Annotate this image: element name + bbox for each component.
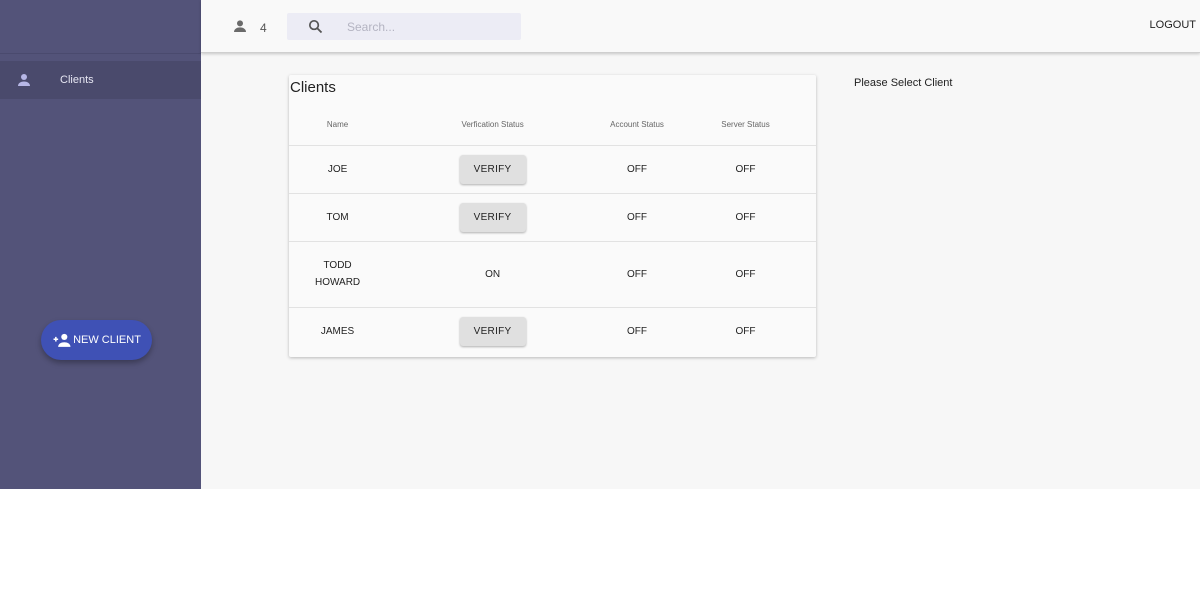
verification-cell: VERIFY bbox=[386, 307, 599, 355]
verify-button[interactable]: VERIFY bbox=[459, 316, 526, 346]
table-row[interactable]: JOE VERIFY OFF OFF bbox=[289, 145, 816, 194]
sidebar-item-label: Clients bbox=[60, 74, 94, 86]
logout-button[interactable]: LOGOUT bbox=[1150, 19, 1196, 31]
column-header-verification: Verfication Status bbox=[386, 104, 600, 146]
table-header-row: Name Verfication Status Account Status S… bbox=[289, 104, 816, 146]
column-header-account: Account Status bbox=[599, 104, 676, 146]
search-icon[interactable] bbox=[307, 18, 324, 35]
server-status: OFF bbox=[675, 145, 816, 194]
table-row[interactable]: JAMES VERIFY OFF OFF bbox=[289, 307, 816, 355]
user-count: 4 bbox=[260, 21, 267, 35]
client-name: TODD HOWARD bbox=[289, 241, 387, 308]
account-status: OFF bbox=[599, 193, 676, 242]
sidebar: Clients NEW CLIENT bbox=[0, 0, 201, 489]
client-name: JOE bbox=[289, 145, 387, 194]
person-icon bbox=[15, 71, 33, 89]
verify-button[interactable]: VERIFY bbox=[459, 154, 526, 184]
search-box bbox=[287, 13, 521, 40]
clients-table: Name Verfication Status Account Status S… bbox=[289, 104, 816, 355]
verification-status: ON bbox=[386, 241, 600, 308]
app-root: Clients NEW CLIENT 4 LOGOUT Clients bbox=[0, 0, 1200, 489]
verification-cell: VERIFY bbox=[386, 193, 600, 242]
verification-cell: VERIFY bbox=[386, 145, 600, 194]
server-status: OFF bbox=[735, 325, 756, 337]
top-bar: 4 LOGOUT bbox=[201, 0, 1200, 53]
client-name: JAMES bbox=[320, 325, 355, 337]
client-name: TOM bbox=[289, 193, 387, 242]
search-input[interactable] bbox=[347, 13, 517, 40]
main-content: 4 LOGOUT Clients Name Verfication Status… bbox=[201, 0, 1200, 489]
clients-title: Clients bbox=[290, 79, 336, 96]
sidebar-item-clients[interactable]: Clients bbox=[0, 61, 201, 99]
account-status: OFF bbox=[599, 241, 676, 308]
person-icon bbox=[232, 18, 248, 34]
detail-placeholder: Please Select Client bbox=[854, 77, 953, 89]
clients-card: Clients Name Verfication Status Account … bbox=[289, 75, 816, 357]
sidebar-header bbox=[0, 0, 201, 54]
verify-button[interactable]: VERIFY bbox=[459, 202, 526, 232]
server-status: OFF bbox=[675, 193, 816, 242]
account-status: OFF bbox=[599, 145, 676, 194]
person-add-icon bbox=[52, 332, 72, 348]
new-client-label: NEW CLIENT bbox=[73, 334, 141, 346]
server-status: OFF bbox=[675, 241, 816, 308]
column-header-name: Name bbox=[289, 104, 387, 146]
table-row[interactable]: TODD HOWARD ON OFF OFF bbox=[289, 241, 816, 308]
table-row[interactable]: TOM VERIFY OFF OFF bbox=[289, 193, 816, 242]
column-header-server: Server Status bbox=[675, 104, 816, 146]
new-client-button[interactable]: NEW CLIENT bbox=[41, 320, 152, 360]
account-status: OFF bbox=[627, 325, 648, 337]
